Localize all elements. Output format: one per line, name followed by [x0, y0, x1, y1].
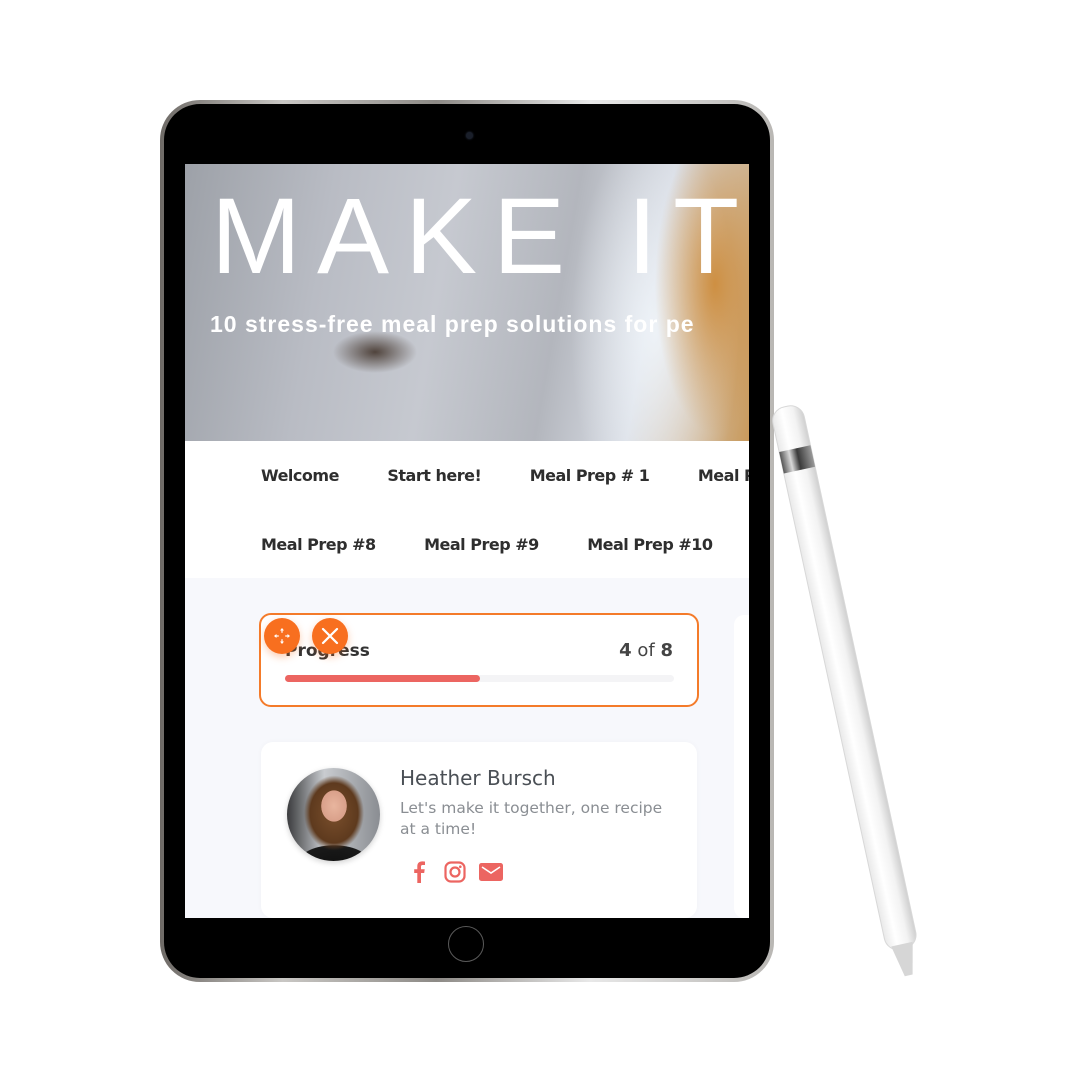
email-icon[interactable] — [479, 860, 503, 884]
course-navigation: Welcome Start here! Meal Prep # 1 Meal P… — [185, 441, 749, 578]
nav-row-2: Meal Prep #8 Meal Prep #9 Meal Prep #10 … — [261, 535, 749, 555]
close-button[interactable] — [312, 618, 348, 654]
home-button[interactable] — [448, 926, 484, 962]
stylus-body — [772, 405, 917, 977]
nav-item-meal-prep-2[interactable]: Meal Prep # — [698, 466, 749, 485]
move-arrows-icon — [274, 628, 290, 644]
nav-item-meal-prep-10[interactable]: Meal Prep #10 — [587, 535, 713, 554]
author-card: Heather Bursch Let's make it together, o… — [261, 742, 697, 918]
nav-item-meal-prep-1[interactable]: Meal Prep # 1 — [530, 466, 650, 485]
instagram-icon[interactable] — [443, 860, 467, 884]
progress-bar — [285, 675, 674, 682]
hero-banner: MAKE IT 10 stress-free meal prep solutio… — [185, 164, 749, 441]
close-icon — [321, 627, 339, 645]
nav-item-welcome[interactable]: Welcome — [261, 466, 339, 485]
facebook-icon[interactable] — [407, 860, 431, 884]
nav-item-start-here[interactable]: Start here! — [387, 466, 481, 485]
front-camera — [466, 132, 473, 139]
hero-title: MAKE IT — [211, 175, 749, 296]
author-bio: Let's make it together, one recipe at a … — [400, 799, 663, 838]
tablet-screen: MAKE IT 10 stress-free meal prep solutio… — [185, 164, 749, 918]
progress-total: 8 — [660, 640, 673, 661]
nav-item-meal-prep-8[interactable]: Meal Prep #8 — [261, 535, 376, 554]
social-links — [407, 860, 503, 884]
side-panel-card — [734, 615, 749, 918]
author-name: Heather Bursch — [400, 766, 556, 790]
progress-bar-fill — [285, 675, 480, 682]
progress-count: 4 of 8 — [619, 640, 673, 661]
move-button[interactable] — [264, 618, 300, 654]
progress-current: 4 — [619, 640, 632, 661]
author-avatar — [287, 768, 380, 861]
progress-separator: of — [637, 640, 655, 661]
hero-subtitle: 10 stress-free meal prep solutions for p… — [210, 311, 695, 337]
nav-item-meal-prep-9[interactable]: Meal Prep #9 — [424, 535, 539, 554]
nav-row-1: Welcome Start here! Meal Prep # 1 Meal P… — [261, 466, 749, 486]
